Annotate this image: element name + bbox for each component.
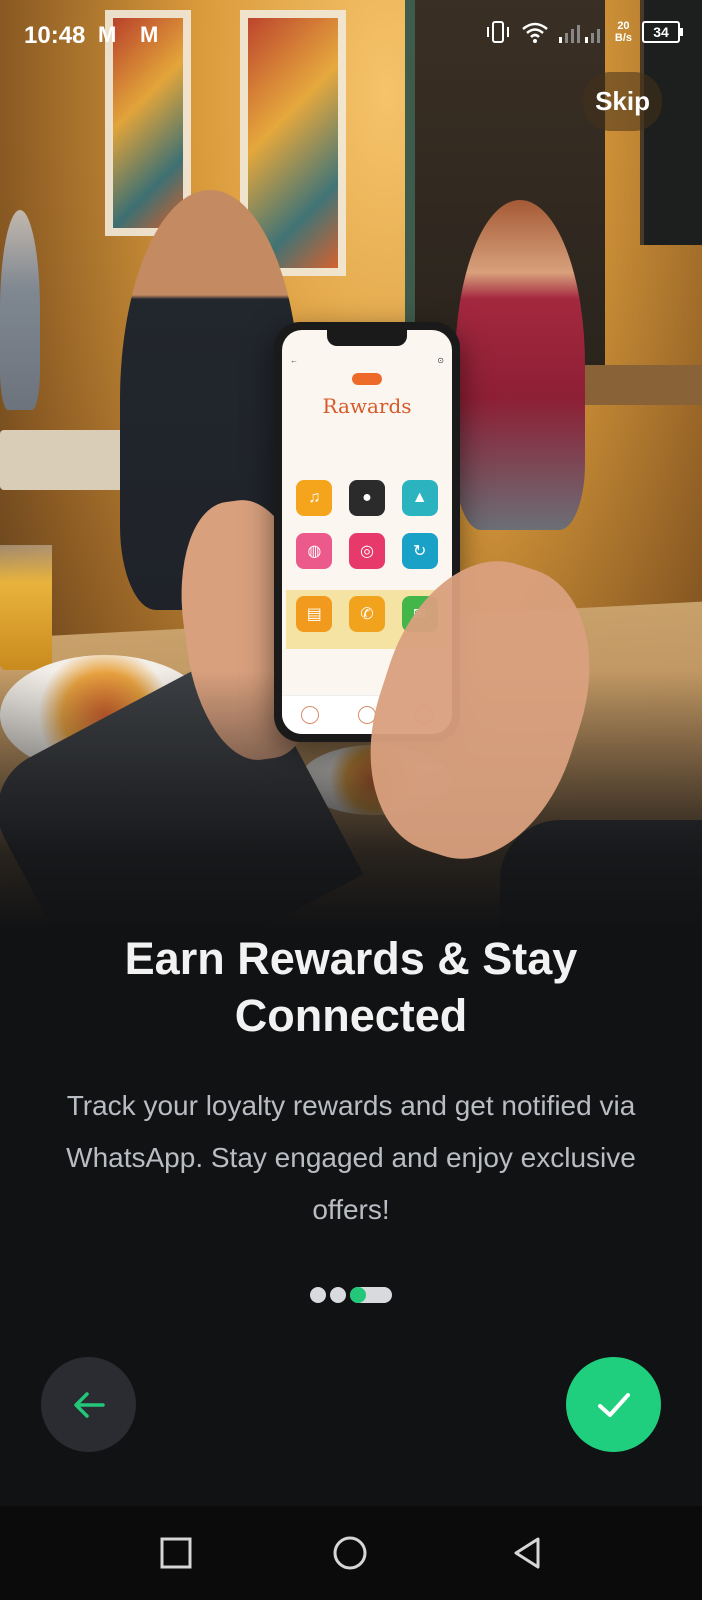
- mountain-icon: ▲: [401, 480, 438, 516]
- diner-woman: [455, 200, 585, 530]
- done-button[interactable]: [566, 1357, 661, 1452]
- page-dot: [310, 1287, 326, 1303]
- app-tile: ✆: [345, 596, 390, 643]
- page-dot: [330, 1287, 346, 1303]
- arrow-left-icon: [73, 1391, 105, 1418]
- gmail-icon: M: [98, 22, 117, 47]
- page-indicator: [0, 1287, 702, 1303]
- battery-icon: 34: [642, 21, 683, 43]
- status-bar: 10:48 M M 20 B/s 34: [0, 0, 702, 70]
- onboarding-description: Track your loyalty rewards and get notif…: [66, 1090, 636, 1225]
- back-button[interactable]: [41, 1357, 136, 1452]
- page-dot-active: [350, 1287, 392, 1303]
- app-tile: ◎: [345, 533, 390, 580]
- wifi-icon: [522, 22, 548, 43]
- badge-icon: ●: [348, 480, 385, 516]
- target-icon: ◎: [348, 533, 385, 569]
- vibrate-icon: [486, 21, 509, 43]
- beer-glass: [0, 545, 52, 670]
- phone-title: Rawards: [322, 394, 412, 418]
- phone-tab-icon: [301, 706, 320, 724]
- system-nav-bar: [0, 1506, 702, 1600]
- phone-notch: [327, 330, 407, 346]
- onboarding-title: Earn Rewards & Stay Connected: [124, 933, 578, 1041]
- gmail-icon: M: [140, 22, 159, 47]
- app-tile: ▤: [292, 596, 337, 643]
- right-sleeve: [500, 820, 702, 930]
- phone-header: Rawards: [282, 372, 452, 418]
- phone-back-icon: ←: [290, 355, 298, 365]
- refresh-icon: ↻: [401, 533, 438, 569]
- app-tile: ♫: [292, 480, 337, 527]
- check-icon: [597, 1392, 630, 1417]
- phone-topbar: ← ⊙: [290, 352, 444, 368]
- food-plate: [0, 655, 210, 775]
- hero-image: ← ⊙ Rawards ♫ ● ▲ ◍ ◎ ↻ ▤ ✆ ✉: [0, 0, 702, 930]
- phone-app-grid: ♫ ● ▲ ◍ ◎ ↻: [292, 480, 442, 580]
- status-right: 20 B/s 34: [485, 20, 683, 44]
- phone-pill: [352, 373, 382, 385]
- circle-icon[interactable]: [333, 1536, 367, 1570]
- net-speed-unit: B/s: [614, 32, 632, 44]
- status-time: 10:48: [24, 22, 86, 49]
- skip-button[interactable]: Skip: [583, 72, 662, 131]
- net-speed: 20 B/s: [615, 20, 632, 44]
- phone-settings-icon: ⊙: [437, 355, 444, 365]
- message-icon: ▤: [296, 596, 333, 632]
- triangle-back-icon[interactable]: [510, 1536, 544, 1570]
- chat-icon: ◍: [296, 533, 333, 569]
- app-tile: ↻: [397, 533, 442, 580]
- signal-icon: [558, 25, 600, 43]
- app-tile: ●: [345, 480, 390, 527]
- app-tile: ▲: [397, 480, 442, 527]
- net-speed-value: 20: [617, 20, 630, 32]
- music-icon: ♫: [296, 480, 333, 516]
- phone-icon: ✆: [348, 596, 385, 632]
- app-tile: ◍: [292, 533, 337, 580]
- diner-left: [0, 210, 40, 410]
- square-icon[interactable]: [159, 1536, 193, 1570]
